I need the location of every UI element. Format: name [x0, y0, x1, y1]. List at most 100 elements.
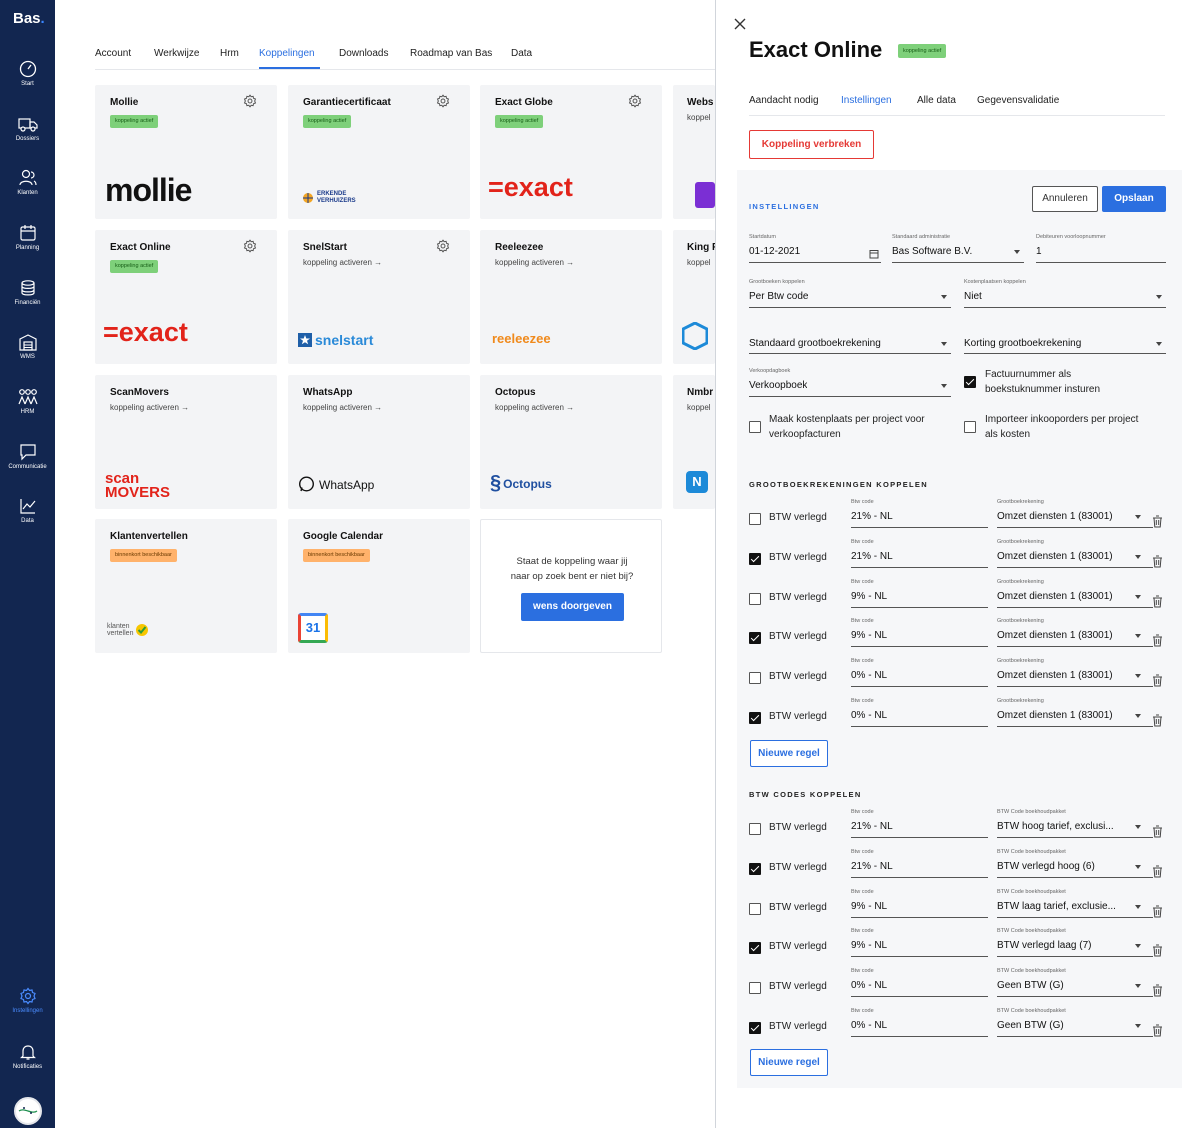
activate-link[interactable]: koppeling activeren →: [110, 403, 189, 412]
new-row-button-btw[interactable]: Nieuwe regel: [750, 1049, 828, 1076]
trash-icon[interactable]: [1152, 944, 1163, 957]
cancel-button[interactable]: Annuleren: [1032, 186, 1098, 212]
tab-hrm[interactable]: Hrm: [220, 48, 239, 59]
integration-card-klantenvertellen[interactable]: Klantenvertellen binnenkort beschikbaar …: [95, 519, 277, 653]
integration-card-octopus[interactable]: Octopus koppeling activeren → § Octopus: [480, 375, 662, 509]
nav-item-dossiers[interactable]: Dossiers: [0, 115, 55, 142]
trash-icon[interactable]: [1152, 984, 1163, 997]
nav-item-financien[interactable]: Financiën: [0, 279, 55, 306]
tab-account[interactable]: Account: [95, 48, 131, 59]
administratie-select[interactable]: Standaard administratie Bas Software B.V…: [892, 234, 1024, 263]
btw-verlegd-checkbox[interactable]: [749, 862, 761, 875]
trash-icon[interactable]: [1152, 714, 1163, 727]
gear-icon[interactable]: [243, 239, 257, 253]
kostenplaatsen-select[interactable]: Kostenplaatsen koppelen Niet: [964, 279, 1166, 308]
btw-verlegd-checkbox[interactable]: [749, 513, 761, 525]
btw-verlegd-checkbox[interactable]: [749, 712, 761, 724]
grootboekrekening-select[interactable]: Grootboekrekening Omzet diensten 1 (83001…: [997, 499, 1153, 528]
btw-code-boekhoudpakket-select[interactable]: BTW Code boekhoudpakket Geen BTW (G): [997, 968, 1153, 998]
btw-code-select[interactable]: Btw code 0% - NL: [851, 968, 988, 998]
gear-icon[interactable]: [436, 239, 450, 253]
grootboekrekening-select[interactable]: Grootboekrekening Omzet diensten 1 (83001…: [997, 539, 1153, 568]
tab-werkwijze[interactable]: Werkwijze: [154, 48, 199, 59]
nav-item-notificaties[interactable]: Notificaties: [0, 1043, 55, 1070]
integration-card-scanmovers[interactable]: ScanMovers koppeling activeren → scan MO…: [95, 375, 277, 509]
grootboekrekening-select[interactable]: Grootboekrekening Omzet diensten 1 (83001…: [997, 658, 1153, 688]
disconnect-button[interactable]: Koppeling verbreken: [749, 130, 874, 159]
btw-verlegd-checkbox[interactable]: [749, 592, 761, 605]
btw-code-select[interactable]: Btw code 9% - NL: [851, 889, 988, 918]
integration-card-snelstart[interactable]: SnelStart koppeling activeren → snelstar…: [288, 230, 470, 364]
integration-card-google-calendar[interactable]: Google Calendar binnenkort beschikbaar 3…: [288, 519, 470, 653]
btw-code-select[interactable]: Btw code 9% - NL: [851, 928, 988, 958]
integration-card-king[interactable]: King F koppel: [673, 230, 715, 364]
trash-icon[interactable]: [1152, 825, 1163, 838]
calendar-icon[interactable]: [869, 249, 879, 259]
avatar[interactable]: [14, 1097, 42, 1125]
request-integration-button[interactable]: wens doorgeven: [521, 593, 624, 621]
nav-item-planning[interactable]: Planning: [0, 224, 55, 251]
save-button[interactable]: Opslaan: [1102, 186, 1166, 212]
grootboeken-select[interactable]: Grootboeken koppelen Per Btw code: [749, 279, 951, 308]
tab-roadmap[interactable]: Roadmap van Bas: [410, 48, 492, 59]
btw-code-select[interactable]: Btw code 9% - NL: [851, 618, 988, 648]
integration-card-reeleezee[interactable]: Reeleezee koppeling activeren → reeleeze…: [480, 230, 662, 364]
btw-code-boekhoudpakket-select[interactable]: BTW Code boekhoudpakket Geen BTW (G): [997, 1008, 1153, 1037]
app-logo[interactable]: Bas.: [13, 10, 45, 27]
btw-verlegd-checkbox[interactable]: [749, 982, 761, 995]
trash-icon[interactable]: [1152, 555, 1163, 568]
btw-code-select[interactable]: Btw code 9% - NL: [851, 579, 988, 608]
btw-code-select[interactable]: Btw code 21% - NL: [851, 499, 988, 528]
nav-item-communicatie[interactable]: Communicatie: [0, 443, 55, 470]
btw-verlegd-checkbox[interactable]: [749, 1022, 761, 1034]
btw-code-select[interactable]: Btw code 0% - NL: [851, 658, 988, 688]
btw-code-boekhoudpakket-select[interactable]: BTW Code boekhoudpakket BTW verlegd hoog …: [997, 849, 1153, 878]
btw-code-boekhoudpakket-select[interactable]: BTW Code boekhoudpakket BTW hoog tarief, …: [997, 809, 1153, 838]
tab-data[interactable]: Data: [511, 48, 532, 59]
trash-icon[interactable]: [1152, 515, 1163, 528]
btw-verlegd-checkbox[interactable]: [749, 552, 761, 565]
btw-verlegd-checkbox[interactable]: [749, 902, 761, 915]
tab-aandacht-nodig[interactable]: Aandacht nodig: [749, 95, 819, 106]
factuurnummer-checkbox[interactable]: [964, 376, 976, 388]
btw-code-select[interactable]: Btw code 0% - NL: [851, 698, 988, 727]
gear-icon[interactable]: [436, 94, 450, 108]
activate-link[interactable]: koppeling activeren →: [303, 403, 382, 412]
integration-card-whatsapp[interactable]: WhatsApp koppeling activeren → WhatsApp: [288, 375, 470, 509]
integration-card-exact-online[interactable]: Exact Online koppeling actief =exact: [95, 230, 277, 364]
debiteuren-field[interactable]: Debiteuren voorloopnummer 1: [1036, 234, 1166, 263]
trash-icon[interactable]: [1152, 674, 1163, 687]
standaard-grootboek-select[interactable]: Standaard grootboekrekening: [749, 332, 951, 354]
btw-code-boekhoudpakket-select[interactable]: BTW Code boekhoudpakket BTW verlegd laag …: [997, 928, 1153, 958]
tab-downloads[interactable]: Downloads: [339, 48, 388, 59]
btw-code-boekhoudpakket-select[interactable]: BTW Code boekhoudpakket BTW laag tarief, …: [997, 889, 1153, 918]
integration-card-nmbrs[interactable]: Nmbr koppel N: [673, 375, 715, 509]
inkooporders-checkbox[interactable]: [964, 421, 976, 433]
tab-gegevensvalidatie[interactable]: Gegevensvalidatie: [977, 95, 1059, 106]
kostenplaats-per-project-checkbox[interactable]: [749, 421, 761, 433]
tab-instellingen[interactable]: Instellingen: [841, 95, 892, 106]
btw-verlegd-checkbox[interactable]: [749, 632, 761, 645]
nav-item-start[interactable]: Start: [0, 60, 55, 87]
grootboekrekening-select[interactable]: Grootboekrekening Omzet diensten 1 (83001…: [997, 618, 1153, 648]
activate-link[interactable]: koppeling activeren →: [495, 258, 574, 267]
gear-icon[interactable]: [628, 94, 642, 108]
korting-grootboek-select[interactable]: Korting grootboekrekening: [964, 332, 1166, 354]
trash-icon[interactable]: [1152, 1024, 1163, 1037]
btw-code-select[interactable]: Btw code 21% - NL: [851, 849, 988, 878]
nav-item-wms[interactable]: WMS: [0, 333, 55, 360]
integration-card-mollie[interactable]: Mollie koppeling actief mollie: [95, 85, 277, 219]
nav-item-data[interactable]: Data: [0, 497, 55, 524]
tab-alle-data[interactable]: Alle data: [917, 95, 956, 106]
btw-code-select[interactable]: Btw code 21% - NL: [851, 809, 988, 838]
btw-code-select[interactable]: Btw code 0% - NL: [851, 1008, 988, 1037]
trash-icon[interactable]: [1152, 595, 1163, 608]
nav-item-instellingen[interactable]: Instellingen: [0, 987, 55, 1014]
activate-link[interactable]: koppeling activeren →: [303, 258, 382, 267]
startdatum-field[interactable]: Startdatum 01-12-2021: [749, 234, 881, 263]
trash-icon[interactable]: [1152, 634, 1163, 647]
nav-item-hrm[interactable]: HRM: [0, 388, 55, 415]
activate-link[interactable]: koppeling activeren →: [495, 403, 574, 412]
verkoopdagboek-select[interactable]: Verkoopdagboek Verkoopboek: [749, 368, 951, 397]
grootboekrekening-select[interactable]: Grootboekrekening Omzet diensten 1 (83001…: [997, 698, 1153, 727]
